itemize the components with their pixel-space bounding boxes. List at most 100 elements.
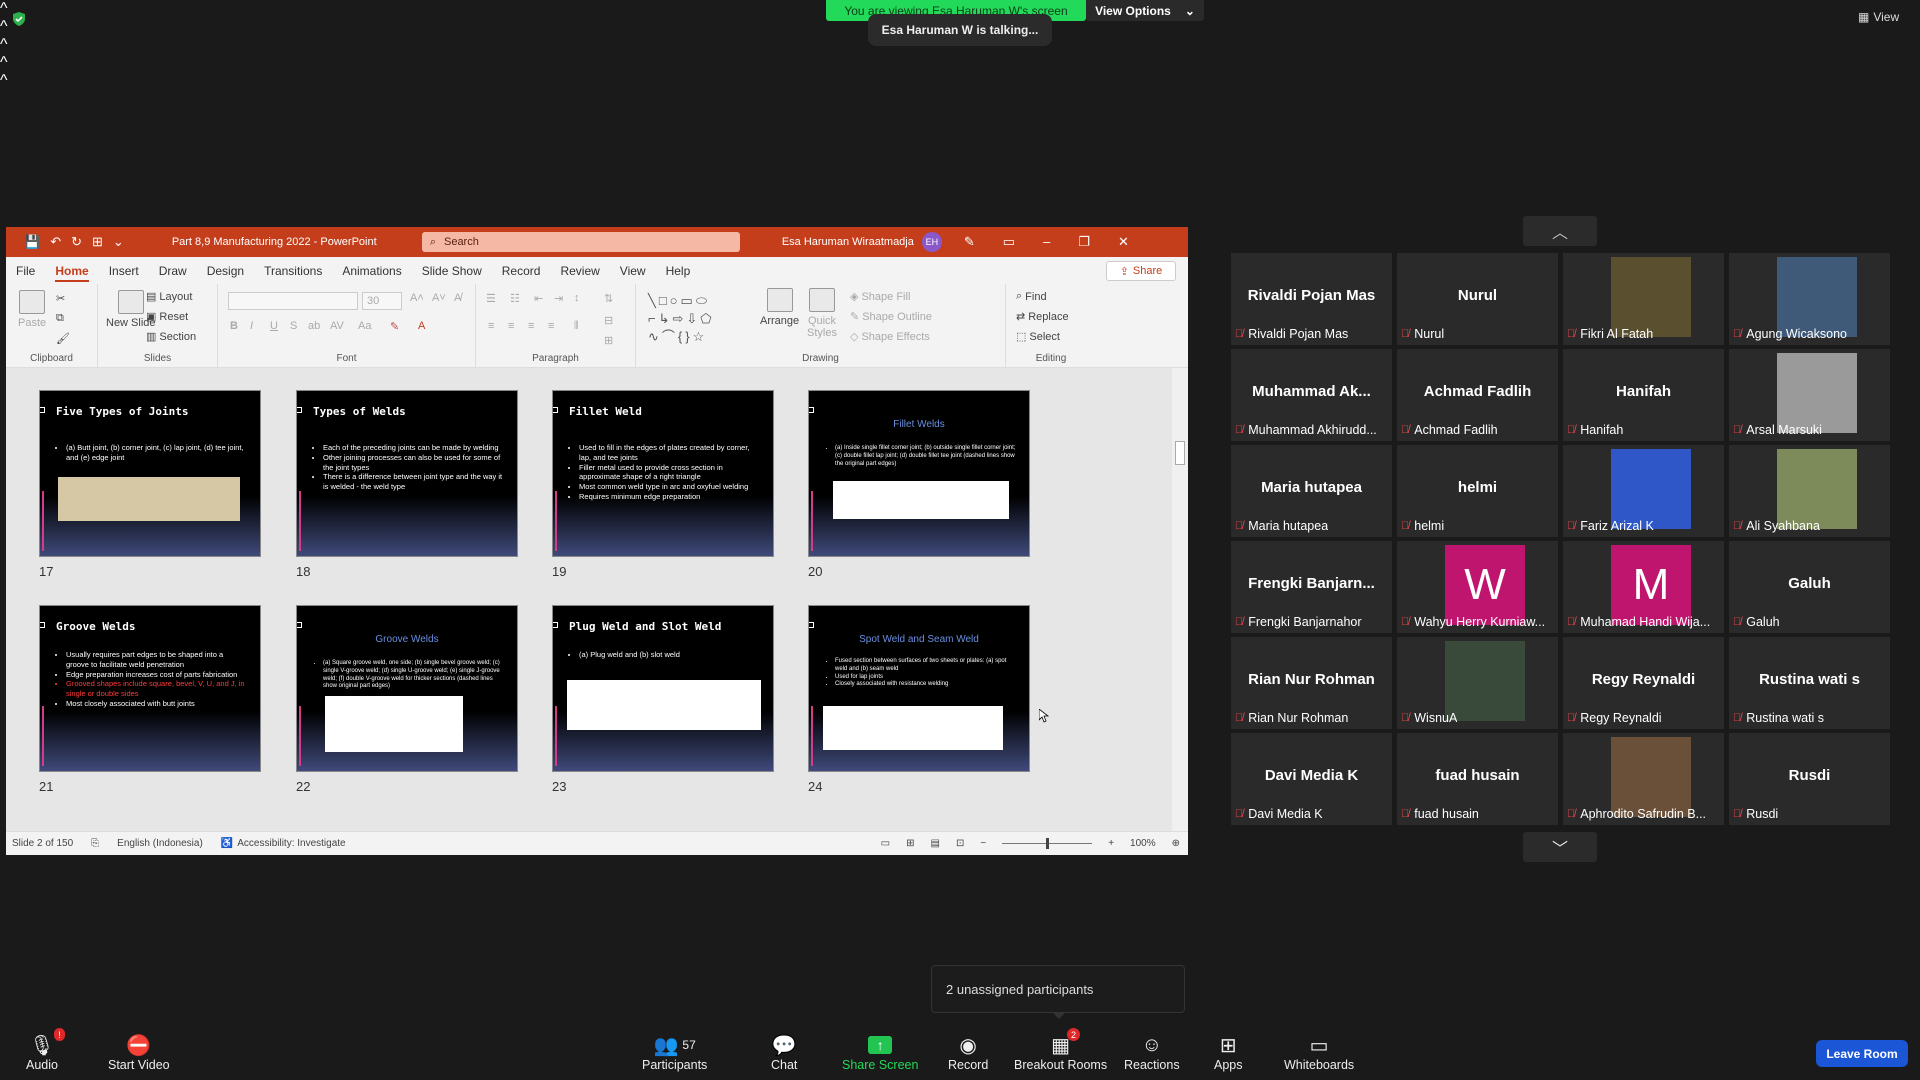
avatar[interactable]: EH xyxy=(921,232,942,252)
reset-button[interactable]: ▣ Reset xyxy=(146,310,188,324)
zoom-slider-thumb[interactable] xyxy=(1046,838,1050,849)
slide-sorter-icon[interactable]: ⊞ xyxy=(906,838,914,849)
find-button[interactable]: ⌕ Find xyxy=(1016,290,1047,303)
participant-tile[interactable]: Hanifah 🎙̸ Hanifah xyxy=(1563,349,1724,441)
zoom-slider[interactable] xyxy=(1002,838,1093,849)
smartart-icon[interactable]: ⊞ xyxy=(604,334,613,347)
slide-thumbnail-18[interactable]: Types of Welds Each of the preceding joi… xyxy=(296,390,518,557)
tab-home[interactable]: Home xyxy=(45,257,98,284)
tab-help[interactable]: Help xyxy=(656,257,701,284)
participant-tile[interactable]: Nurul 🎙̸ Nurul xyxy=(1397,253,1558,345)
leave-room-button[interactable]: Leave Room xyxy=(1816,1040,1908,1067)
tab-review[interactable]: Review xyxy=(550,257,609,284)
participant-tile[interactable]: Davi Media K 🎙̸ Davi Media K xyxy=(1231,733,1392,825)
participant-tile[interactable]: helmi 🎙̸ helmi xyxy=(1397,445,1558,537)
record-button[interactable]: ◉ Record xyxy=(948,1032,988,1073)
align-left-icon[interactable]: ≡ xyxy=(488,320,494,332)
slideshow-icon[interactable]: ⊡ xyxy=(956,838,964,849)
language-indicator[interactable]: English (Indonesia) xyxy=(117,838,203,849)
font-grow-icon[interactable]: A˄ xyxy=(410,292,424,304)
zoom-in-icon[interactable]: + xyxy=(1108,838,1114,849)
apps-button[interactable]: ⊞ Apps xyxy=(1214,1032,1243,1073)
scrollbar-thumb[interactable] xyxy=(1175,441,1185,465)
participant-tile[interactable]: Regy Reynaldi 🎙̸ Regy Reynaldi xyxy=(1563,637,1724,729)
customize-qat-icon[interactable]: ⌄ xyxy=(113,234,124,250)
layout-button[interactable]: ▤ Layout xyxy=(146,290,192,304)
present-icon[interactable]: ⊞ xyxy=(92,234,103,250)
slide-thumbnail-19[interactable]: Fillet Weld Used to fill in the edges of… xyxy=(552,390,774,557)
change-case-icon[interactable]: Aa xyxy=(358,320,371,332)
reading-view-icon[interactable]: ▤ xyxy=(931,838,940,849)
participant-tile[interactable]: Rian Nur Rohman 🎙̸ Rian Nur Rohman xyxy=(1231,637,1392,729)
shapes-gallery[interactable]: ╲□○▭⬭ ⌐↳⇨⇩⬠ ∿⌒{}☆ xyxy=(648,292,748,344)
participant-tile[interactable]: Rusdi 🎙̸ Rusdi xyxy=(1729,733,1890,825)
slide-thumbnail-17[interactable]: Five Types of Joints (a) Butt joint, (b)… xyxy=(39,390,261,557)
select-button[interactable]: ⬚ Select xyxy=(1016,330,1060,344)
participant-tile[interactable]: Frengki Banjarn... 🎙̸ Frengki Banjarnahor xyxy=(1231,541,1392,633)
tab-transitions[interactable]: Transitions xyxy=(254,257,332,284)
paste-button[interactable]: Paste xyxy=(18,290,46,329)
slide-thumbnail-21[interactable]: Groove Welds Usually requires part edges… xyxy=(39,605,261,772)
participant-tile[interactable]: Achmad Fadlih 🎙̸ Achmad Fadlih xyxy=(1397,349,1558,441)
align-text-icon[interactable]: ⊟ xyxy=(604,314,613,327)
bold-icon[interactable]: B xyxy=(230,320,238,332)
tab-view[interactable]: View xyxy=(610,257,656,284)
undo-icon[interactable]: ↶ xyxy=(50,234,61,250)
slide-thumbnail-24[interactable]: Spot Weld and Seam Weld Fused section be… xyxy=(808,605,1030,772)
copy-icon[interactable]: ⧉ xyxy=(56,312,64,325)
pen-icon[interactable]: ✎ xyxy=(964,234,975,250)
strikethrough-icon[interactable]: ab xyxy=(308,320,320,332)
decrease-indent-icon[interactable]: ⇤ xyxy=(534,292,543,305)
participant-tile[interactable]: 🎙̸ Arsal Marsuki xyxy=(1729,349,1890,441)
participants-button[interactable]: 👥 57 Participants xyxy=(642,1032,707,1073)
shadow-icon[interactable]: S xyxy=(290,320,297,332)
participant-tile[interactable]: W 🎙̸ Wahyu Herry Kurniaw... xyxy=(1397,541,1558,633)
shape-fill-button[interactable]: ◈ Shape Fill xyxy=(850,290,910,304)
font-size-box[interactable]: 30 xyxy=(362,292,402,310)
italic-icon[interactable]: I xyxy=(250,320,253,332)
zoom-out-icon[interactable]: − xyxy=(980,838,986,849)
tab-record[interactable]: Record xyxy=(492,257,551,284)
columns-icon[interactable]: ⫴ xyxy=(574,320,579,333)
fit-to-window-icon[interactable]: ⊕ xyxy=(1172,838,1180,849)
share-button[interactable]: ⇪ Share xyxy=(1106,261,1176,281)
participant-tile[interactable]: 🎙̸ WisnuA xyxy=(1397,637,1558,729)
arrange-button[interactable]: Arrange xyxy=(760,288,799,327)
participant-tile[interactable]: Maria hutapea 🎙̸ Maria hutapea xyxy=(1231,445,1392,537)
participant-tile[interactable]: 🎙̸ Ali Syahbana xyxy=(1729,445,1890,537)
ribbon-display-icon[interactable]: ▭ xyxy=(1003,234,1015,250)
justify-icon[interactable]: ≡ xyxy=(548,320,554,332)
breakout-rooms-button[interactable]: ▦ 2 Breakout Rooms xyxy=(1014,1028,1107,1072)
align-right-icon[interactable]: ≡ xyxy=(528,320,534,332)
participant-tile[interactable]: 🎙̸ Aphrodito Safrudin B... xyxy=(1563,733,1724,825)
start-video-button[interactable]: ⛔ Start Video xyxy=(108,1032,170,1073)
tab-file[interactable]: File xyxy=(6,257,45,284)
tab-design[interactable]: Design xyxy=(197,257,254,284)
participant-tile[interactable]: 🎙̸ Fariz Arizal K xyxy=(1563,445,1724,537)
participant-tile[interactable]: Galuh 🎙̸ Galuh xyxy=(1729,541,1890,633)
char-spacing-icon[interactable]: AV xyxy=(330,320,344,332)
view-button[interactable]: ▦ View xyxy=(1858,10,1899,24)
participant-tile[interactable]: Muhammad Ak... 🎙̸ Muhammad Akhirudd... xyxy=(1231,349,1392,441)
text-direction-icon[interactable]: ⇅ xyxy=(604,292,613,305)
save-icon[interactable]: 💾 xyxy=(24,234,40,250)
slide-thumbnail-23[interactable]: Plug Weld and Slot Weld (a) Plug weld an… xyxy=(552,605,774,772)
participant-tile[interactable]: fuad husain 🎙̸ fuad husain xyxy=(1397,733,1558,825)
minimize-icon[interactable]: – xyxy=(1043,234,1050,250)
participant-tile[interactable]: 🎙̸ Fikri Al Fatah xyxy=(1563,253,1724,345)
font-name-box[interactable] xyxy=(228,292,358,310)
accessibility-checker[interactable]: ♿ Accessibility: Investigate xyxy=(221,838,346,849)
account-name[interactable]: Esa Haruman Wiraatmadja xyxy=(782,236,914,248)
maximize-icon[interactable]: ❐ xyxy=(1078,234,1090,250)
replace-button[interactable]: ⇄ Replace xyxy=(1016,310,1069,324)
tab-animations[interactable]: Animations xyxy=(332,257,411,284)
align-center-icon[interactable]: ≡ xyxy=(508,320,514,332)
spelling-icon[interactable]: ⎘ xyxy=(91,838,99,849)
zoom-level[interactable]: 100% xyxy=(1130,838,1156,849)
participant-tile[interactable]: Rustina wati s 🎙̸ Rustina wati s xyxy=(1729,637,1890,729)
line-spacing-icon[interactable]: ↕ xyxy=(574,292,580,304)
slide-thumbnail-20[interactable]: Fillet Welds (a) Inside single fillet co… xyxy=(808,390,1030,557)
vertical-scrollbar[interactable] xyxy=(1172,368,1188,831)
chat-button[interactable]: 💬 Chat xyxy=(771,1032,797,1073)
shape-outline-button[interactable]: ✎ Shape Outline xyxy=(850,310,932,324)
